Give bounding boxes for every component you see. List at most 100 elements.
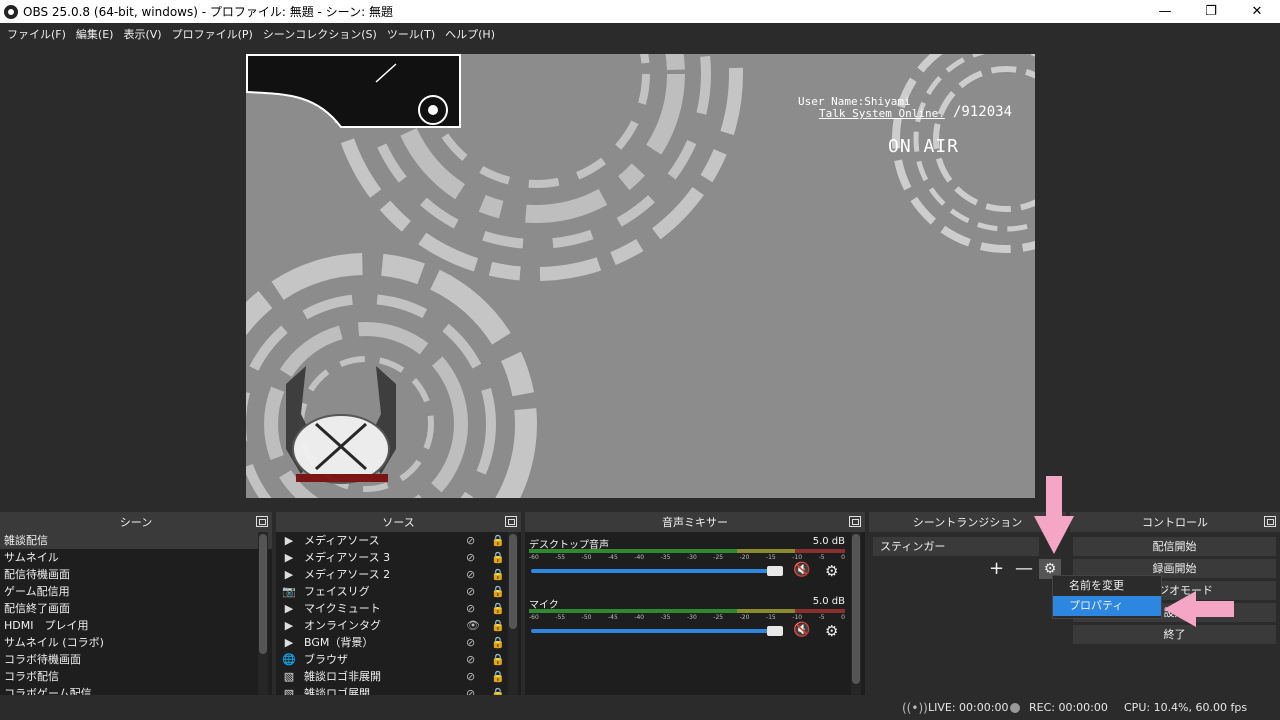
mixer-scrollbar[interactable] (851, 532, 861, 695)
volume-meter (529, 609, 845, 613)
onair-badge-frame (246, 54, 461, 128)
scene-item[interactable]: コラボゲーム配信 (0, 685, 272, 695)
properties-menu-item[interactable]: プロパティ (1053, 596, 1161, 616)
lock-icon[interactable]: 🔒 (491, 668, 505, 685)
menu-edit[interactable]: 編集(E) (71, 26, 119, 42)
scrollbar-thumb[interactable] (509, 534, 517, 629)
scrollbar-thumb[interactable] (852, 534, 860, 684)
lock-icon[interactable]: 🔒 (491, 549, 505, 566)
window-title: OBS 25.0.8 (64-bit, windows) - プロファイル: 無… (23, 5, 393, 19)
meter-tick-label: -15 (765, 614, 776, 621)
gear-icon[interactable]: ⚙ (825, 622, 838, 640)
preview-canvas[interactable]: User Name:Shiyami Talk System Online. /9… (246, 54, 1035, 498)
scene-item[interactable]: サムネイル (0, 549, 272, 566)
menu-bar: ファイル(F) 編集(E) 表示(V) プロファイル(P) シーンコレクション(… (0, 23, 1280, 44)
meter-tick-label: -45 (607, 554, 618, 561)
float-dock-icon[interactable] (505, 516, 517, 527)
meter-tick-label: -50 (581, 554, 592, 561)
scene-item[interactable]: ゲーム配信用 (0, 583, 272, 600)
scene-item[interactable]: サムネイル (コラボ) (0, 634, 272, 651)
fader-knob[interactable] (767, 566, 783, 576)
meter-tick-label: -5 (818, 554, 825, 561)
gear-icon[interactable]: ⚙ (825, 562, 838, 580)
source-label: 雑談ロゴ展開 (304, 687, 370, 695)
meter-ticks: -60 -55 -50 -45 -40 -35 -30 -25 -20 -15 -10 -5 0 (529, 614, 845, 621)
lock-icon[interactable]: 🔒 (491, 651, 505, 668)
mixer-track-mic: マイク 5.0 dB -60 -55 -50 -45 -40 -35 -30 -25 -20 -1… (529, 596, 845, 646)
eye-slash-icon[interactable]: ⊘ (466, 634, 475, 651)
record-dot-icon (1010, 703, 1020, 713)
onair-talk-system: Talk System Online. (819, 107, 945, 120)
status-bar: ((•)) LIVE: 00:00:00 REC: 00:00:00 CPU: … (0, 696, 1280, 720)
menu-view[interactable]: 表示(V) (118, 26, 166, 42)
source-item[interactable]: ▶ BGM（背景） ⊘ 🔒 (276, 634, 521, 651)
lock-icon[interactable]: 🔒 (491, 617, 505, 634)
scene-item[interactable]: 配信終了画面 (0, 600, 272, 617)
menu-file[interactable]: ファイル(F) (2, 26, 71, 42)
scrollbar-thumb[interactable] (259, 534, 267, 654)
lock-icon[interactable]: 🔒 (491, 583, 505, 600)
eye-slash-icon[interactable]: ⊘ (466, 668, 475, 685)
lock-icon[interactable]: 🔒 (491, 600, 505, 617)
transitions-dock-label: シーントランジション (912, 516, 1023, 529)
eye-slash-icon[interactable]: ⊘ (466, 600, 475, 617)
meter-tick-label: -35 (660, 554, 671, 561)
meter-tick-label: -20 (739, 554, 750, 561)
source-label: メディアソース 2 (304, 568, 391, 581)
float-dock-icon[interactable] (849, 516, 861, 527)
source-item[interactable]: ▶ メディアソース 2 ⊘ 🔒 (276, 566, 521, 583)
volume-fader[interactable] (531, 569, 769, 573)
lock-icon[interactable]: 🔒 (491, 685, 505, 695)
rename-menu-item[interactable]: 名前を変更 (1053, 576, 1161, 596)
maximize-button[interactable]: ❐ (1188, 0, 1234, 23)
transition-select[interactable]: スティンガー (873, 537, 1039, 556)
source-item[interactable]: ▧ 雑談ロゴ非展開 ⊘ 🔒 (276, 668, 521, 685)
source-item[interactable]: 📷 フェイスリグ ⊘ 🔒 (276, 583, 521, 600)
eye-slash-icon[interactable]: ⊘ (466, 566, 475, 583)
meter-tick-label: -60 (529, 554, 539, 561)
menu-scene-collection[interactable]: シーンコレクション(S) (258, 26, 382, 42)
add-transition-button[interactable]: + (989, 558, 1004, 579)
muted-speaker-icon[interactable]: 🔇 (793, 562, 810, 578)
exit-button[interactable]: 終了 (1073, 625, 1276, 644)
scene-item[interactable]: HDMI プレイ用 (0, 617, 272, 634)
source-item[interactable]: ▶ オンラインタグ 👁 🔒 (276, 617, 521, 634)
eye-slash-icon[interactable]: ⊘ (466, 583, 475, 600)
eye-slash-icon[interactable]: ⊘ (466, 549, 475, 566)
menu-tools[interactable]: ツール(T) (382, 26, 440, 42)
meter-tick-label: -40 (634, 554, 645, 561)
lock-icon[interactable]: 🔒 (491, 634, 505, 651)
start-streaming-button[interactable]: 配信開始 (1073, 537, 1276, 556)
muted-speaker-icon[interactable]: 🔇 (793, 622, 810, 638)
remove-transition-button[interactable]: — (1015, 558, 1033, 579)
source-label: ブラウザ (304, 653, 348, 666)
source-item[interactable]: ▶ メディアソース 3 ⊘ 🔒 (276, 549, 521, 566)
sources-scrollbar[interactable] (508, 532, 518, 695)
menu-profile[interactable]: プロファイル(P) (167, 26, 258, 42)
float-dock-icon[interactable] (1264, 516, 1276, 527)
float-dock-icon[interactable] (256, 516, 268, 527)
scene-item[interactable]: コラボ配信 (0, 668, 272, 685)
close-button[interactable]: ✕ (1234, 0, 1280, 23)
eye-slash-icon[interactable]: ⊘ (466, 685, 475, 695)
scenes-scrollbar[interactable] (258, 532, 268, 695)
minimize-button[interactable]: — (1142, 0, 1188, 23)
eye-slash-icon[interactable]: ⊘ (466, 532, 475, 549)
menu-help[interactable]: ヘルプ(H) (440, 26, 500, 42)
eye-slash-icon[interactable]: ⊘ (466, 651, 475, 668)
scene-item[interactable]: 雑談配信 (0, 532, 272, 549)
source-item[interactable]: ▧ 雑談ロゴ展開 ⊘ 🔒 (276, 685, 521, 695)
volume-fader[interactable] (531, 629, 769, 633)
scene-item[interactable]: 配信待機画面 (0, 566, 272, 583)
source-item[interactable]: 🌐 ブラウザ ⊘ 🔒 (276, 651, 521, 668)
eye-icon[interactable]: 👁 (466, 617, 480, 634)
fader-knob[interactable] (767, 626, 783, 636)
scene-item[interactable]: コラボ待機画面 (0, 651, 272, 668)
lock-icon[interactable]: 🔒 (491, 532, 505, 549)
lock-icon[interactable]: 🔒 (491, 566, 505, 583)
window-controls: — ❐ ✕ (1142, 0, 1280, 23)
title-bar: OBS 25.0.8 (64-bit, windows) - プロファイル: 無… (0, 0, 1280, 23)
meter-tick-label: 0 (841, 614, 845, 621)
source-item[interactable]: ▶ メディアソース ⊘ 🔒 (276, 532, 521, 549)
source-item[interactable]: ▶ マイクミュート ⊘ 🔒 (276, 600, 521, 617)
